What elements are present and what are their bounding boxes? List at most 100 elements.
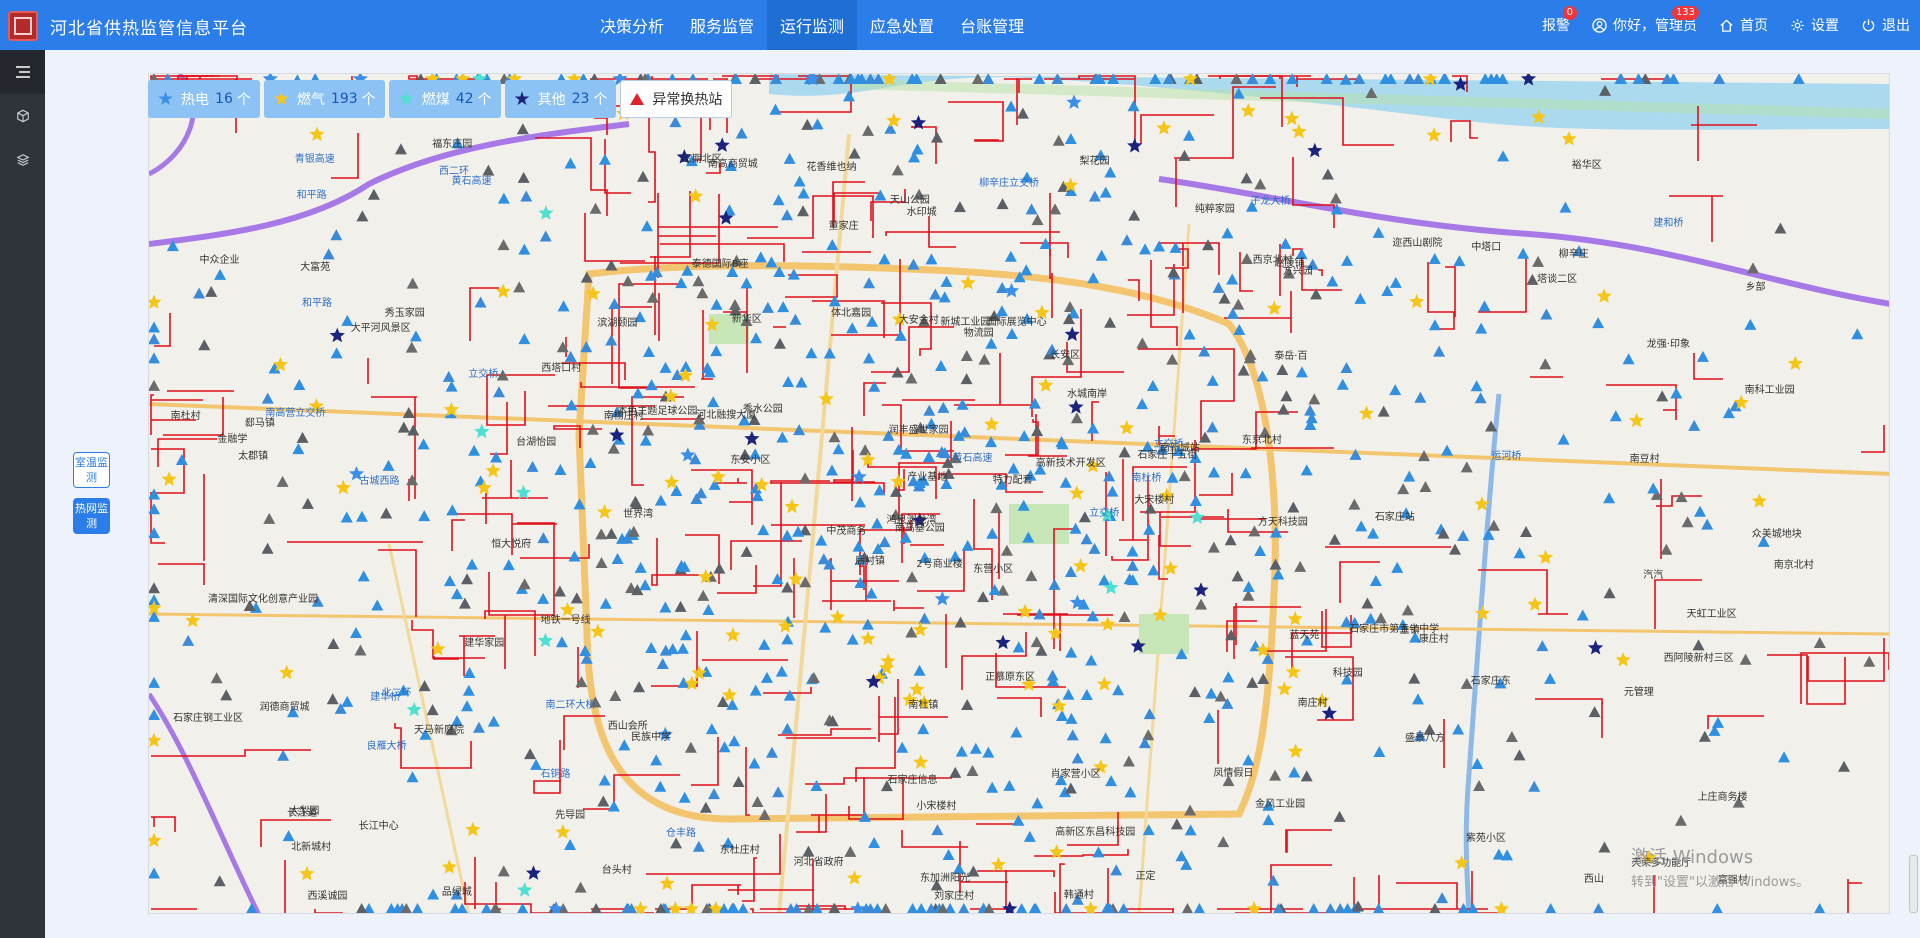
gas-boiler-source-star-icon[interactable] (1100, 616, 1116, 631)
heat-exchange-station-marker[interactable] (1246, 676, 1259, 688)
heat-exchange-station-marker[interactable] (1178, 149, 1191, 161)
heat-exchange-station-marker[interactable] (960, 373, 973, 385)
heat-exchange-station-marker[interactable] (765, 256, 778, 268)
gas-boiler-source-star-icon[interactable] (960, 275, 976, 290)
heat-exchange-station-marker[interactable] (1106, 485, 1119, 497)
heat-exchange-station-marker[interactable] (357, 570, 370, 582)
heat-exchange-station-marker[interactable] (1593, 903, 1605, 914)
heat-exchange-station-marker[interactable] (1048, 578, 1061, 590)
heat-exchange-station-marker[interactable] (1441, 444, 1454, 456)
gas-boiler-source-star-icon[interactable] (149, 832, 162, 848)
heat-exchange-station-marker[interactable] (1147, 564, 1160, 576)
heat-exchange-station-marker[interactable] (1448, 543, 1461, 555)
gas-boiler-source-star-icon[interactable] (1246, 901, 1262, 914)
heat-exchange-station-marker[interactable] (296, 431, 309, 443)
gas-boiler-source-star-icon[interactable] (1291, 123, 1307, 139)
gas-boiler-source-star-icon[interactable] (1493, 901, 1510, 914)
heat-exchange-station-marker[interactable] (757, 524, 770, 536)
heat-exchange-station-marker[interactable] (826, 239, 839, 251)
heat-exchange-station-marker[interactable] (1052, 134, 1065, 146)
gas-boiler-source-star-icon[interactable] (710, 468, 726, 484)
heat-exchange-station-marker[interactable] (405, 341, 418, 353)
gas-boiler-source-star-icon[interactable] (1096, 676, 1112, 691)
heat-exchange-station-marker[interactable] (1016, 107, 1029, 119)
heat-exchange-station-marker[interactable] (1218, 292, 1231, 304)
other-source-star-icon[interactable] (1064, 326, 1080, 342)
heat-exchange-station-marker[interactable] (1851, 328, 1864, 340)
heat-exchange-station-marker[interactable] (553, 585, 566, 597)
gas-boiler-source-star-icon[interactable] (1787, 355, 1803, 371)
heat-exchange-station-marker[interactable] (654, 494, 667, 506)
heat-exchange-station-marker[interactable] (765, 746, 778, 758)
heat-exchange-station-marker[interactable] (1369, 574, 1382, 586)
heat-exchange-station-marker[interactable] (1294, 560, 1307, 572)
heat-exchange-station-marker[interactable] (1239, 467, 1252, 479)
heat-exchange-station-marker[interactable] (1188, 686, 1201, 698)
heat-exchange-station-marker[interactable] (1778, 751, 1791, 763)
heat-exchange-station-marker[interactable] (656, 657, 669, 669)
thermal-power-source-star-icon[interactable] (1066, 94, 1082, 109)
legend-chip-coal[interactable]: ★ 燃煤 42 个 (388, 80, 501, 118)
heat-exchange-station-marker[interactable] (906, 571, 919, 583)
heat-exchange-station-marker[interactable] (497, 192, 510, 204)
heat-exchange-station-marker[interactable] (1520, 525, 1533, 537)
heat-exchange-station-marker[interactable] (670, 837, 683, 849)
gas-boiler-source-star-icon[interactable] (1561, 131, 1577, 146)
heat-exchange-station-marker[interactable] (832, 443, 845, 455)
heat-exchange-station-marker[interactable] (1433, 345, 1446, 357)
heat-exchange-station-marker[interactable] (1401, 604, 1414, 616)
other-source-star-icon[interactable] (1307, 142, 1323, 158)
nav-operation-monitoring[interactable]: 运行监测 (767, 0, 858, 50)
heat-exchange-station-marker[interactable] (394, 143, 407, 155)
heat-exchange-station-marker[interactable] (417, 438, 430, 450)
heat-exchange-station-marker[interactable] (371, 599, 384, 611)
nav-service-supervision[interactable]: 服务监管 (677, 0, 767, 50)
heat-exchange-station-marker[interactable] (382, 459, 395, 471)
heat-exchange-station-marker[interactable] (1354, 292, 1367, 304)
heat-exchange-station-marker[interactable] (397, 421, 410, 433)
heat-exchange-station-marker[interactable] (659, 601, 672, 613)
heat-exchange-station-marker[interactable] (589, 202, 602, 214)
heat-exchange-station-marker[interactable] (783, 689, 796, 701)
heat-exchange-station-marker[interactable] (1603, 492, 1616, 504)
heat-exchange-station-marker[interactable] (220, 689, 233, 701)
gas-boiler-source-star-icon[interactable] (1038, 377, 1054, 392)
heat-exchange-station-marker[interactable] (1576, 609, 1589, 621)
gas-boiler-source-star-icon[interactable] (1284, 110, 1300, 126)
heat-exchange-station-marker[interactable] (782, 376, 795, 387)
heat-exchange-station-marker[interactable] (301, 497, 314, 509)
heat-exchange-station-marker[interactable] (330, 347, 343, 359)
heat-exchange-station-marker[interactable] (555, 636, 568, 648)
heat-exchange-station-marker[interactable] (787, 268, 800, 280)
heat-exchange-station-marker[interactable] (149, 867, 160, 879)
heat-exchange-station-marker[interactable] (406, 277, 419, 289)
heat-exchange-station-marker[interactable] (960, 349, 973, 361)
heat-exchange-station-marker[interactable] (427, 888, 440, 900)
heat-exchange-station-marker[interactable] (631, 387, 644, 399)
gas-boiler-source-star-icon[interactable] (1119, 420, 1135, 435)
heat-exchange-station-marker[interactable] (1004, 250, 1017, 262)
coal-boiler-source-star-icon[interactable] (537, 632, 554, 648)
heat-exchange-station-marker[interactable] (1536, 640, 1549, 652)
heat-exchange-station-marker[interactable] (412, 903, 424, 914)
heat-exchange-station-marker[interactable] (1240, 252, 1253, 264)
coal-boiler-source-star-icon[interactable] (517, 882, 533, 897)
heat-exchange-station-marker[interactable] (1183, 328, 1196, 340)
gas-boiler-source-star-icon[interactable] (990, 856, 1006, 872)
heat-exchange-station-marker[interactable] (1240, 172, 1253, 184)
heat-exchange-station-marker[interactable] (1295, 366, 1308, 378)
heat-exchange-station-marker[interactable] (799, 472, 812, 484)
heat-exchange-station-marker[interactable] (1747, 262, 1760, 274)
heat-exchange-station-marker[interactable] (1492, 848, 1505, 860)
heat-exchange-station-marker[interactable] (1403, 74, 1416, 84)
heat-exchange-station-marker[interactable] (442, 370, 455, 382)
gas-boiler-source-star-icon[interactable] (784, 498, 800, 514)
heat-exchange-station-marker[interactable] (1336, 378, 1349, 390)
heat-exchange-station-marker[interactable] (1453, 255, 1466, 267)
heat-exchange-station-marker[interactable] (953, 201, 966, 213)
heat-exchange-station-marker[interactable] (1838, 760, 1851, 772)
heat-exchange-station-marker[interactable] (621, 275, 634, 287)
heat-exchange-station-marker[interactable] (463, 667, 476, 679)
heat-exchange-station-marker[interactable] (1656, 390, 1669, 402)
heat-exchange-station-marker[interactable] (988, 583, 1001, 595)
